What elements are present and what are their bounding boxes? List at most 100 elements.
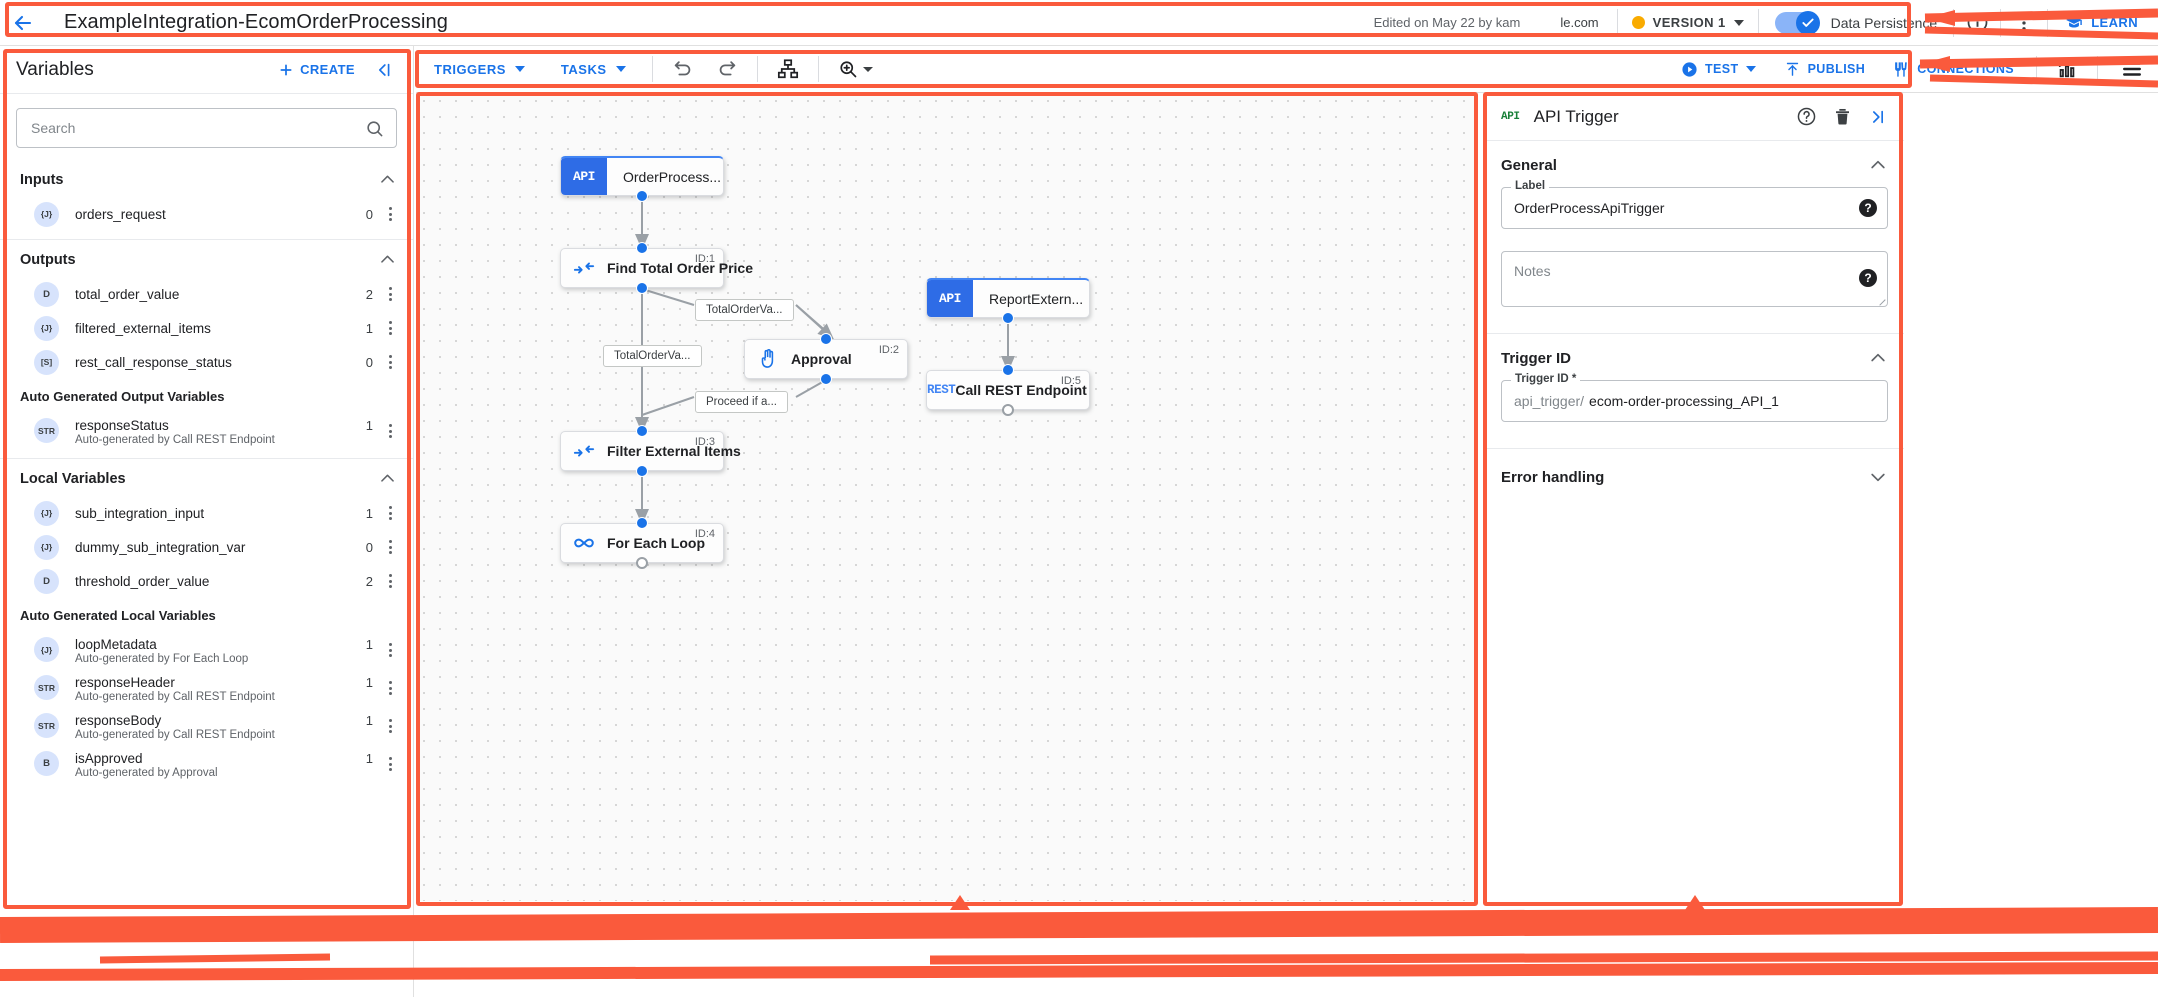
variable-row[interactable]: {J} dummy_sub_integration_var 0: [0, 530, 413, 564]
variables-panel-title: Variables: [16, 58, 94, 80]
variable-row[interactable]: STR responseStatus Auto-generated by Call …: [0, 412, 413, 450]
variable-type-badge: {J}: [34, 500, 59, 526]
variable-row[interactable]: {J} filtered_external_items 1: [0, 311, 413, 345]
triggers-menu[interactable]: TRIGGERS: [416, 62, 543, 77]
variable-more-button[interactable]: [379, 751, 401, 777]
variable-more-button[interactable]: [379, 349, 401, 375]
undo-button[interactable]: [661, 46, 705, 92]
chevron-down-icon: [1745, 66, 1756, 72]
trigger-id-field[interactable]: Trigger ID * api_trigger/ ecom-order-pro…: [1501, 373, 1888, 422]
node-output-port[interactable]: [1002, 404, 1014, 416]
variable-more-button[interactable]: [379, 500, 401, 526]
node-output-port[interactable]: [820, 373, 832, 385]
chevron-up-icon[interactable]: [378, 250, 397, 269]
search-input[interactable]: [29, 119, 357, 137]
node-input-port[interactable]: [636, 425, 648, 437]
auto-layout-button[interactable]: [766, 46, 810, 92]
help-button[interactable]: [1790, 101, 1822, 133]
variable-more-button[interactable]: [379, 675, 401, 701]
variable-more-button[interactable]: [379, 713, 401, 739]
variable-more-button[interactable]: [379, 281, 401, 307]
mapping-icon: [561, 257, 607, 279]
node-output-port[interactable]: [636, 282, 648, 294]
divider: [756, 56, 758, 82]
divider: [817, 56, 819, 82]
node-input-port[interactable]: [820, 333, 832, 345]
node-label: For Each Loop: [607, 535, 705, 551]
variable-type-badge: D: [34, 281, 59, 307]
label-field[interactable]: Label OrderProcessApiTrigger ?: [1501, 180, 1888, 229]
help-circle-icon: [1797, 107, 1815, 126]
variable-row[interactable]: {J} sub_integration_input 1: [0, 496, 413, 530]
publish-button[interactable]: PUBLISH: [1770, 61, 1880, 78]
error-handling-section-header[interactable]: Error handling: [1501, 467, 1888, 499]
variable-row[interactable]: BisApproved Auto-generated by Approval 1: [0, 745, 413, 783]
variable-row[interactable]: {J} orders_request 0: [0, 197, 413, 231]
section-header[interactable]: Local Variables: [0, 459, 413, 496]
data-persistence-toggle[interactable]: [1774, 10, 1820, 35]
test-button[interactable]: TEST: [1667, 61, 1770, 78]
section-header[interactable]: Inputs: [0, 160, 413, 197]
variable-row[interactable]: STR responseHeader Auto-generated by Call …: [0, 669, 413, 707]
variable-more-button[interactable]: [379, 534, 401, 560]
connections-button[interactable]: CONNECTIONS: [1879, 61, 2028, 78]
node-input-port[interactable]: [636, 242, 648, 254]
variable-more-button[interactable]: [379, 418, 401, 444]
general-section-header[interactable]: General: [1501, 155, 1888, 187]
back-button[interactable]: [0, 0, 46, 46]
data-persistence-label: Data Persistence: [1830, 14, 1938, 31]
info-icon: [1967, 12, 1988, 33]
edge-label[interactable]: Proceed if a...: [695, 391, 788, 413]
integration-canvas[interactable]: API OrderProcess... Find Total Order Price…: [416, 93, 1478, 901]
chevron-down-icon: [615, 66, 626, 72]
node-output-port[interactable]: [636, 190, 648, 202]
search-box[interactable]: [16, 108, 397, 148]
collapse-variables-panel-button[interactable]: [369, 55, 399, 85]
notes-field[interactable]: Notes ?: [1501, 251, 1888, 307]
zoom-control[interactable]: [827, 46, 885, 92]
redo-button[interactable]: [705, 46, 749, 92]
node-output-port[interactable]: [636, 557, 648, 569]
node-input-port[interactable]: [1002, 364, 1014, 376]
variable-source: Auto-generated by Call REST Endpoint: [75, 729, 275, 741]
delete-trigger-button[interactable]: [1826, 101, 1858, 133]
variable-more-button[interactable]: [379, 315, 401, 341]
variable-row[interactable]: Dtotal_order_value 2: [0, 277, 413, 311]
chevron-up-icon[interactable]: [378, 170, 397, 189]
section-header[interactable]: Outputs: [0, 240, 413, 277]
node-id: ID:5: [1060, 375, 1081, 387]
variable-row[interactable]: {J} loopMetadata Auto-generated by For Eac…: [0, 631, 413, 669]
variable-texts: sub_integration_input: [75, 506, 204, 521]
variable-more-button[interactable]: [379, 637, 401, 663]
logs-menu-button[interactable]: [2106, 46, 2158, 92]
section-title: Auto Generated Output Variables: [20, 389, 225, 404]
notes-help-icon[interactable]: ?: [1859, 269, 1877, 287]
variable-row[interactable]: STR responseBody Auto-generated by Call RE…: [0, 707, 413, 745]
node-output-port[interactable]: [636, 465, 648, 477]
edge-label[interactable]: TotalOrderVa...: [695, 299, 794, 321]
analytics-button[interactable]: [2045, 46, 2089, 92]
more-options-button[interactable]: [2001, 0, 2047, 46]
resize-handle[interactable]: [1874, 294, 1886, 306]
variable-more-button[interactable]: [379, 568, 401, 594]
create-variable-button[interactable]: CREATE: [270, 56, 363, 84]
node-id: ID:1: [694, 253, 715, 265]
tasks-menu[interactable]: TASKS: [543, 62, 644, 77]
variable-more-button[interactable]: [379, 201, 401, 227]
label-help-icon[interactable]: ?: [1859, 199, 1877, 217]
variable-row[interactable]: Dthreshold_order_value 2: [0, 564, 413, 598]
edge-label[interactable]: TotalOrderVa...: [603, 345, 702, 367]
variable-usage-count: 1: [365, 675, 373, 690]
section-title: Auto Generated Local Variables: [20, 608, 216, 623]
chevron-up-icon[interactable]: [378, 469, 397, 488]
node-output-port[interactable]: [1002, 312, 1014, 324]
collapse-properties-panel-button[interactable]: [1862, 101, 1894, 133]
variable-source: Auto-generated by Call REST Endpoint: [75, 434, 275, 446]
variable-row[interactable]: [S] rest_call_response_status 0: [0, 345, 413, 379]
info-button[interactable]: [1954, 0, 2000, 46]
api-trigger-badge: API: [1501, 110, 1520, 123]
plus-icon: [280, 63, 292, 76]
version-selector[interactable]: VERSION 1: [1618, 15, 1758, 30]
learn-button[interactable]: LEARN: [2048, 14, 2158, 31]
node-input-port[interactable]: [636, 517, 648, 529]
